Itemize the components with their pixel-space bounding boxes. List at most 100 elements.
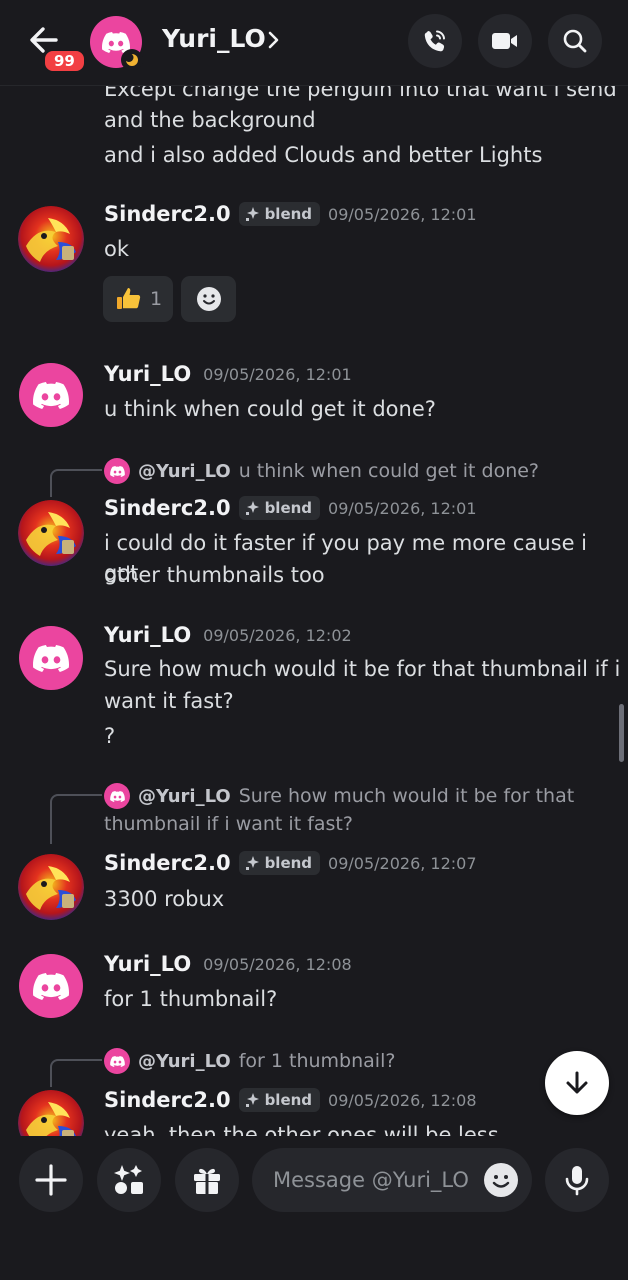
message-header: Yuri_LO 09/05/2026, 12:02 bbox=[104, 623, 352, 647]
avatar[interactable] bbox=[19, 626, 83, 690]
reply-connector bbox=[50, 794, 102, 844]
emoji-button[interactable] bbox=[484, 1163, 518, 1197]
message-text: want it fast? bbox=[104, 689, 234, 713]
message-list[interactable]: Except change the penguin into that want… bbox=[0, 86, 628, 1136]
reply-author: @Yuri_LO bbox=[138, 1050, 231, 1072]
discord-logo-icon bbox=[33, 382, 69, 409]
timestamp: 09/05/2026, 12:08 bbox=[328, 1090, 477, 1110]
emoji-icon bbox=[492, 1175, 510, 1188]
timestamp: 09/05/2026, 12:01 bbox=[328, 204, 477, 224]
reply-author: @Yuri_LO bbox=[138, 785, 231, 807]
reply-connector bbox=[50, 1059, 102, 1087]
avatar[interactable] bbox=[19, 363, 83, 427]
thumbs-up-icon bbox=[116, 288, 141, 309]
timestamp: 09/05/2026, 12:01 bbox=[203, 364, 352, 384]
avatar[interactable] bbox=[18, 854, 84, 920]
username[interactable]: Yuri_LO bbox=[104, 952, 191, 976]
reply-text: for 1 thumbnail? bbox=[238, 1050, 396, 1072]
reply-text: Sure how much would it be for that bbox=[238, 785, 575, 807]
reply-author: @Yuri_LO bbox=[138, 460, 231, 482]
guild-tag[interactable]: blend bbox=[238, 851, 321, 875]
reply-preview[interactable]: @Yuri_LO for 1 thumbnail? bbox=[104, 1048, 395, 1074]
message-header: Yuri_LO 09/05/2026, 12:08 bbox=[104, 952, 352, 976]
discord-logo-icon bbox=[110, 1056, 125, 1067]
discord-logo-icon bbox=[33, 645, 69, 672]
reply-preview[interactable]: @Yuri_LO u think when could get it done? bbox=[104, 458, 539, 484]
blend-icon bbox=[245, 206, 261, 222]
username[interactable]: Yuri_LO bbox=[104, 623, 191, 647]
search-button[interactable] bbox=[548, 14, 602, 68]
blend-icon bbox=[245, 500, 261, 516]
message-text: Except change the penguin into that want… bbox=[104, 86, 617, 101]
scrollbar[interactable] bbox=[619, 704, 624, 762]
chat-header: 99 Yuri_LO bbox=[0, 0, 628, 86]
guild-tag-label: blend bbox=[264, 1091, 313, 1109]
gift-icon bbox=[194, 1168, 220, 1194]
add-reaction-button[interactable] bbox=[181, 276, 236, 322]
message-header: Sinderc2.0 blend 09/05/2026, 12:07 bbox=[104, 851, 477, 875]
channel-title[interactable]: Yuri_LO bbox=[162, 24, 266, 53]
plus-icon bbox=[35, 1164, 67, 1196]
message-header: Yuri_LO 09/05/2026, 12:01 bbox=[104, 362, 352, 386]
timestamp: 09/05/2026, 12:08 bbox=[203, 954, 352, 974]
message-text: other thumbnails too bbox=[104, 563, 325, 587]
username[interactable]: Sinderc2.0 bbox=[104, 202, 231, 226]
apps-button[interactable] bbox=[97, 1148, 161, 1212]
moon-status-icon bbox=[121, 49, 143, 71]
username[interactable]: Sinderc2.0 bbox=[104, 851, 231, 875]
reply-preview[interactable]: @Yuri_LO Sure how much would it be for t… bbox=[104, 783, 574, 809]
unread-badge: 99 bbox=[42, 48, 87, 74]
discord-logo-icon bbox=[110, 791, 125, 802]
gift-button[interactable] bbox=[175, 1148, 239, 1212]
message-header: Sinderc2.0 blend 09/05/2026, 12:08 bbox=[104, 1088, 477, 1112]
jump-to-latest-button[interactable] bbox=[545, 1051, 609, 1115]
avatar bbox=[104, 783, 130, 809]
message-text: 3300 robux bbox=[104, 887, 225, 911]
avatar[interactable] bbox=[18, 1090, 84, 1136]
message-text: yeah, then the other ones will be less bbox=[104, 1123, 499, 1136]
reply-text: u think when could get it done? bbox=[238, 460, 540, 482]
voice-message-button[interactable] bbox=[545, 1148, 609, 1212]
guild-tag[interactable]: blend bbox=[238, 1088, 321, 1112]
message-text: u think when could get it done? bbox=[104, 397, 436, 421]
microphone-icon bbox=[565, 1166, 589, 1196]
guild-tag[interactable]: blend bbox=[238, 202, 321, 226]
chevron-right-icon[interactable] bbox=[266, 28, 282, 56]
message-text: and the background bbox=[104, 108, 316, 132]
blend-icon bbox=[245, 1092, 261, 1108]
reply-text: thumbnail if i want it fast? bbox=[104, 813, 353, 835]
message-placeholder: Message @Yuri_LO bbox=[273, 1168, 469, 1192]
video-icon bbox=[492, 33, 517, 49]
discord-logo-icon bbox=[110, 466, 125, 477]
phone-icon bbox=[424, 30, 445, 52]
reaction-thumbs-up[interactable]: 1 bbox=[103, 276, 173, 322]
message-header: Sinderc2.0 blend 09/05/2026, 12:01 bbox=[104, 496, 477, 520]
username[interactable]: Yuri_LO bbox=[104, 362, 191, 386]
discord-logo-icon bbox=[33, 973, 69, 1000]
avatar bbox=[104, 458, 130, 484]
avatar[interactable] bbox=[19, 954, 83, 1018]
message-input[interactable]: Message @Yuri_LO bbox=[252, 1148, 532, 1212]
message-text: Sure how much would it be for that thumb… bbox=[104, 657, 621, 681]
timestamp: 09/05/2026, 12:07 bbox=[328, 853, 477, 873]
add-reaction-icon bbox=[196, 287, 221, 311]
message-text: ok bbox=[104, 237, 130, 261]
username[interactable]: Sinderc2.0 bbox=[104, 1088, 231, 1112]
guild-tag[interactable]: blend bbox=[238, 496, 321, 520]
username[interactable]: Sinderc2.0 bbox=[104, 496, 231, 520]
guild-tag-label: blend bbox=[264, 499, 313, 517]
guild-tag-label: blend bbox=[264, 854, 313, 872]
reaction-count: 1 bbox=[149, 288, 163, 310]
voice-call-button[interactable] bbox=[408, 14, 462, 68]
blend-icon bbox=[245, 855, 261, 871]
reply-connector bbox=[50, 469, 102, 497]
message-text: ? bbox=[104, 724, 116, 748]
attach-button[interactable] bbox=[19, 1148, 83, 1212]
message-composer: Message @Yuri_LO bbox=[0, 1136, 628, 1280]
timestamp: 09/05/2026, 12:02 bbox=[203, 625, 352, 645]
search-icon bbox=[563, 29, 587, 53]
message-header: Sinderc2.0 blend 09/05/2026, 12:01 bbox=[104, 202, 477, 226]
avatar[interactable] bbox=[18, 500, 84, 566]
avatar[interactable] bbox=[18, 206, 84, 272]
video-call-button[interactable] bbox=[478, 14, 532, 68]
